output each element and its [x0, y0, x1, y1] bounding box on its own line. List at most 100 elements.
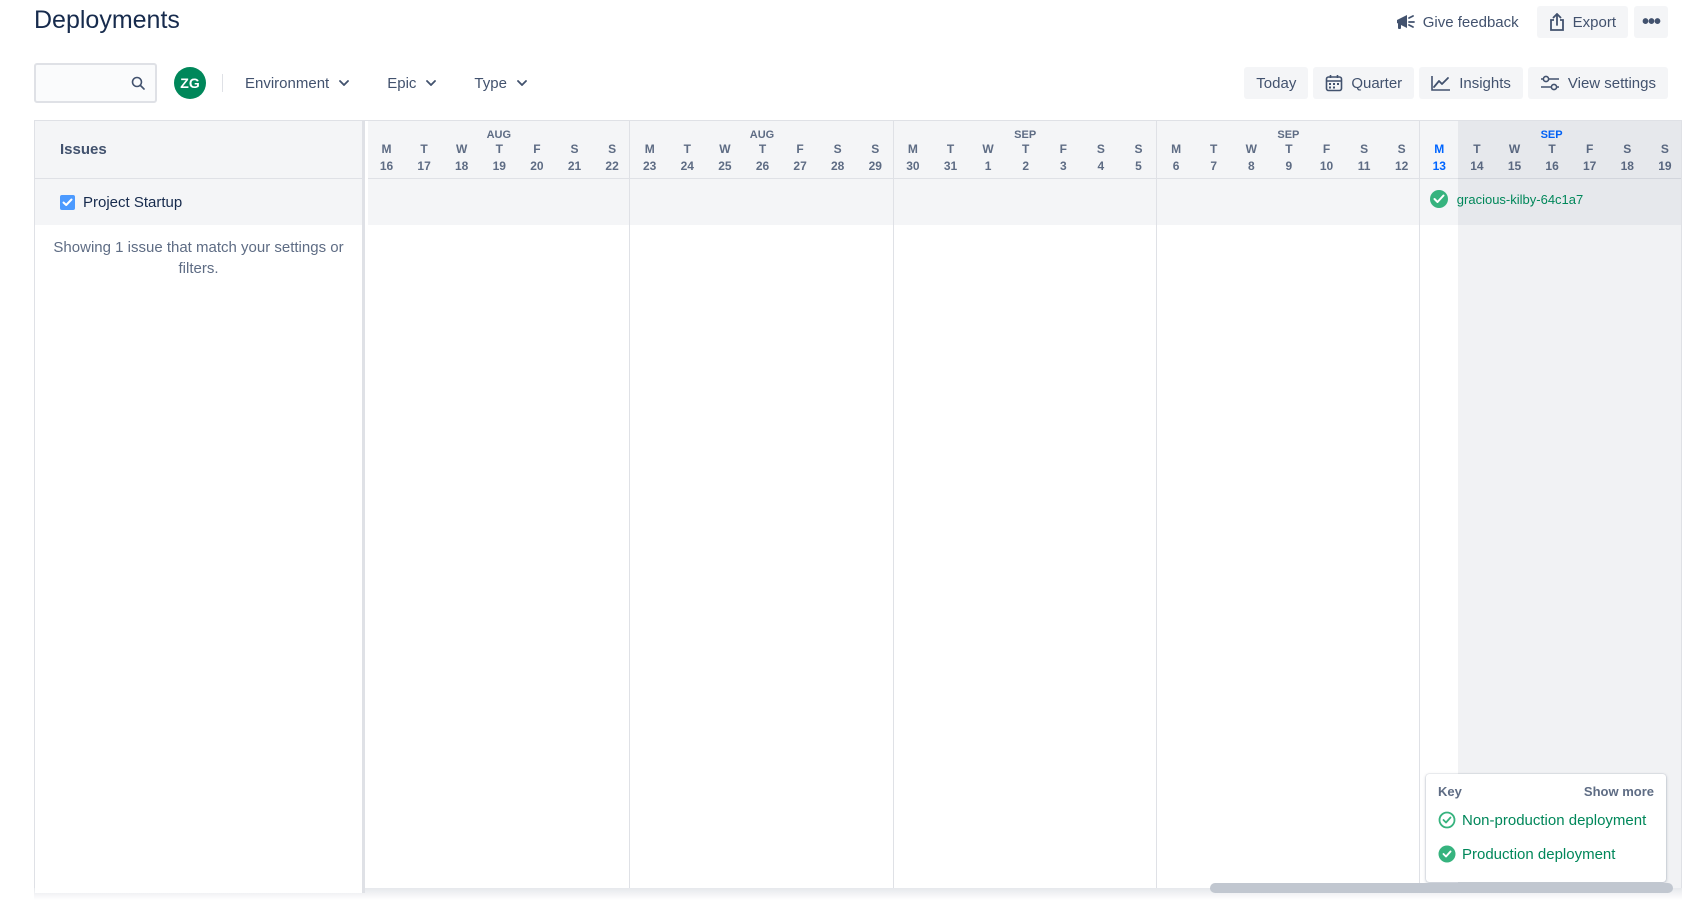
chevron-down-icon — [339, 80, 350, 86]
key-item-label: Non-production deployment — [1462, 811, 1647, 829]
day-number: 27 — [793, 159, 807, 173]
export-icon — [1549, 13, 1564, 31]
view-settings-button[interactable]: View settings — [1527, 67, 1668, 99]
day-number: 6 — [1172, 159, 1180, 173]
export-button[interactable]: Export — [1536, 6, 1628, 38]
view-settings-label: View settings — [1567, 74, 1656, 92]
day-column-header: M6 — [1158, 141, 1195, 175]
weekday-letter: W — [719, 142, 731, 156]
show-more-link[interactable]: Show more — [1584, 784, 1654, 799]
type-dropdown[interactable]: Type — [462, 67, 539, 99]
quarter-label: Quarter — [1351, 74, 1403, 92]
epic-dropdown[interactable]: Epic — [375, 67, 448, 99]
top-actions: Give feedback Export ••• — [1383, 6, 1668, 38]
check-circle-outline-icon — [1438, 811, 1456, 829]
day-number: 16 — [379, 159, 394, 173]
insights-label: Insights — [1459, 74, 1511, 92]
day-number: 11 — [1357, 159, 1371, 173]
type-label: Type — [474, 74, 507, 92]
weekday-letter: F — [1059, 142, 1067, 156]
weekday-letter: T — [1022, 142, 1030, 156]
search-field[interactable] — [34, 63, 157, 103]
day-column-header: M 13 — [1421, 141, 1458, 175]
month-label: AUG — [749, 129, 775, 141]
week-divider — [1419, 121, 1420, 893]
page-title: Deployments — [34, 6, 180, 34]
weekday-letter: T — [1285, 142, 1293, 156]
sliders-icon — [1540, 75, 1559, 91]
day-number: 19 — [492, 159, 506, 173]
month-label: SEP — [1277, 129, 1300, 141]
day-number: 2 — [1022, 159, 1030, 173]
day-number: 8 — [1247, 159, 1255, 173]
month-label: SEP — [1014, 129, 1037, 141]
day-column-header: S 29 — [857, 141, 894, 175]
key-item-production: Production deployment — [1438, 845, 1654, 863]
issues-header: Issues — [35, 121, 362, 179]
week-divider — [1155, 121, 1157, 893]
deployment-marker[interactable]: gracious-kilby-64c1a7 — [1429, 190, 1583, 208]
issues-panel: Issues Project Startup Showing 1 issue t… — [35, 121, 365, 893]
epic-label: Epic — [387, 74, 417, 92]
day-number: 4 — [1097, 159, 1105, 173]
day-column-header: M 16 — [368, 141, 405, 175]
week-divider — [629, 121, 631, 893]
weekday-letter: S — [1397, 142, 1406, 156]
day-column-header: T9 — [1270, 141, 1307, 175]
avatar[interactable]: ZG — [174, 67, 206, 99]
environment-label: Environment — [245, 74, 330, 92]
today-button[interactable]: Today — [1244, 67, 1309, 99]
day-number: 26 — [755, 159, 770, 173]
day-column-header: S 11 — [1346, 141, 1383, 175]
day-number: 9 — [1285, 159, 1293, 173]
day-number: 29 — [868, 159, 882, 173]
weekday-letter: T — [683, 142, 691, 156]
weekday-letter: T — [758, 142, 767, 156]
export-label: Export — [1572, 13, 1616, 31]
day-column-header: F3 — [1045, 141, 1082, 175]
day-column-header: T2 — [1007, 141, 1044, 175]
weekday-letter: T — [420, 142, 428, 156]
weekday-letter: M — [381, 142, 392, 156]
key-item-label: Production deployment — [1462, 845, 1616, 863]
weekday-letter: F — [533, 142, 541, 156]
day-number: 12 — [1395, 159, 1409, 173]
quarter-button[interactable]: Quarter — [1313, 67, 1415, 99]
weekday-letter: S — [608, 142, 617, 156]
issue-row[interactable]: Project Startup — [35, 179, 362, 225]
horizontal-scrollbar[interactable] — [1210, 883, 1673, 893]
issue-checkbox[interactable] — [60, 194, 75, 210]
more-actions-button[interactable]: ••• — [1634, 6, 1668, 38]
key-item-non-production: Non-production deployment — [1438, 811, 1654, 829]
day-column-header: F 27 — [782, 141, 819, 175]
search-input[interactable] — [36, 65, 126, 101]
weekday-letter: T — [495, 142, 503, 156]
day-column-header: S 12 — [1383, 141, 1420, 175]
give-feedback-button[interactable]: Give feedback — [1383, 6, 1531, 38]
weekday-letter: F — [796, 142, 804, 156]
day-column-header: T7 — [1195, 141, 1232, 175]
day-column-header: S4 — [1082, 141, 1119, 175]
day-number: 30 — [906, 159, 920, 173]
day-number: 5 — [1135, 159, 1142, 173]
insights-button[interactable]: Insights — [1419, 67, 1523, 99]
weekday-letter: W — [982, 142, 994, 156]
day-number: 7 — [1210, 159, 1218, 173]
day-column-header: S 28 — [819, 141, 856, 175]
weekday-letter: W — [456, 142, 468, 156]
weekday-letter: T — [1210, 142, 1218, 156]
weekday-letter: S — [833, 142, 842, 156]
day-column-header: T 26 — [744, 141, 781, 175]
day-number: 23 — [643, 159, 657, 173]
day-number: 24 — [680, 159, 694, 173]
environment-dropdown[interactable]: Environment — [233, 67, 361, 99]
weekday-letter: T — [946, 142, 955, 156]
key-legend: Key Show more Non-production deployment … — [1426, 774, 1666, 882]
weekday-letter: M — [644, 142, 655, 156]
key-title: Key — [1438, 784, 1462, 799]
weekday-letter: S — [871, 142, 880, 156]
day-number: 20 — [530, 159, 544, 173]
day-column-header: T 31 — [932, 141, 969, 175]
search-icon — [131, 76, 145, 90]
day-number: 13 — [1432, 159, 1446, 173]
